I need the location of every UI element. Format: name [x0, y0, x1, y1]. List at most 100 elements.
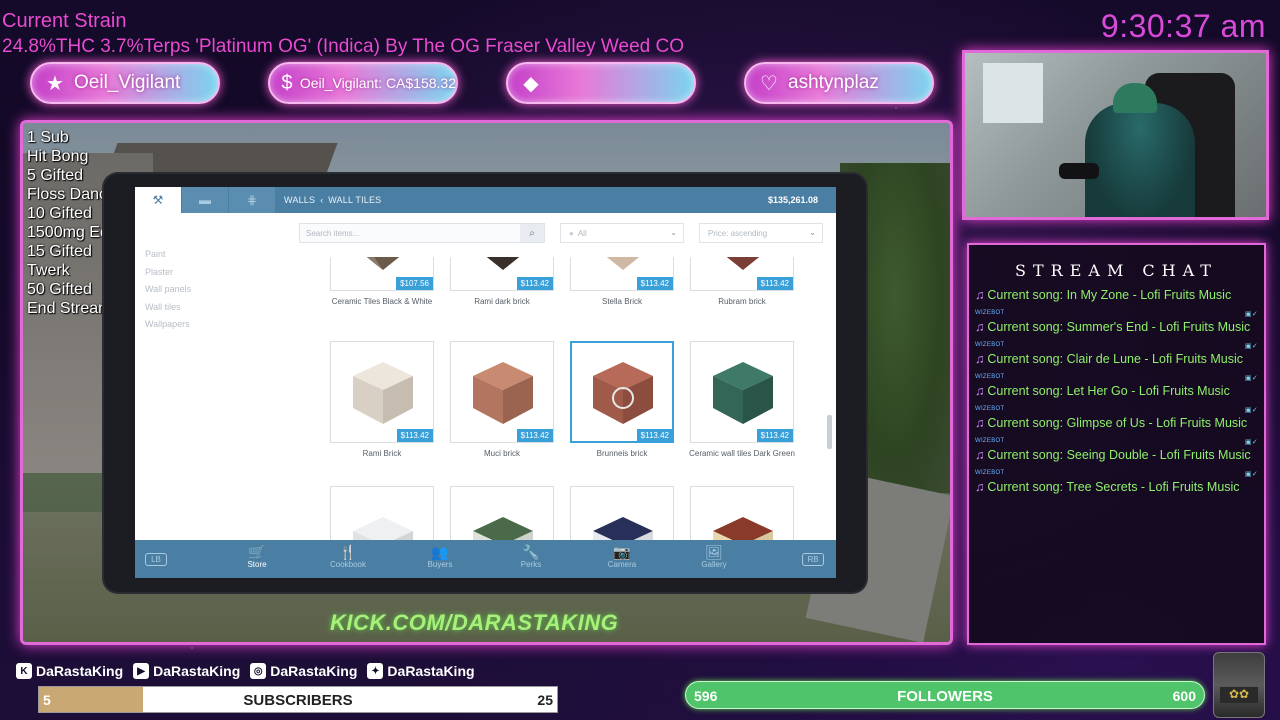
tab-fence[interactable]: ⋕ — [229, 187, 275, 213]
stream-chat: STREAM CHAT ♫ Current song: In My Zone - … — [967, 243, 1266, 645]
social-name: DaRastaKing — [153, 663, 241, 679]
cam-beanie — [1113, 83, 1157, 113]
grid-scrollbar[interactable] — [827, 415, 832, 449]
strain-title: Current Strain — [2, 10, 127, 32]
sub-alert-text: ashtynplaz — [788, 72, 879, 93]
search-placeholder: Search items... — [306, 229, 360, 238]
chat-username: WIZEBOT — [975, 438, 1005, 444]
item-price: $113.42 — [756, 277, 793, 290]
tab-furniture[interactable]: ▬ — [182, 187, 228, 213]
lb-button[interactable]: LB — [145, 553, 167, 566]
tile-preview — [713, 517, 773, 541]
item-tile[interactable]: $113.42 — [450, 341, 554, 443]
item-price: $113.42 — [396, 429, 433, 442]
category-paint[interactable]: Paint — [145, 249, 191, 267]
item-tile[interactable] — [450, 486, 554, 541]
cam-microphone — [1059, 163, 1099, 179]
item-tile[interactable]: $113.42 — [690, 257, 794, 291]
nav-cookbook-label: Cookbook — [329, 560, 367, 569]
bits-alert: ◆ — [506, 62, 696, 104]
gallery-icon: 🖼 — [705, 544, 723, 560]
chat-message-text: Current song: Tree Secrets - Lofi Fruits… — [987, 480, 1240, 494]
category-wall-tiles[interactable]: Wall tiles — [145, 302, 191, 320]
item-name: Muci brick — [483, 449, 520, 458]
donation-alert: $ Oeil_Vigilant: CA$158.32 — [268, 62, 458, 104]
nav-camera[interactable]: 📷 Camera — [592, 544, 652, 569]
item-name: Brunneis brick — [596, 449, 648, 458]
item-tile[interactable] — [690, 486, 794, 541]
item-tile[interactable]: $113.42 — [330, 341, 434, 443]
chat-message-text: Current song: Glimpse of Us - Lofi Fruit… — [987, 416, 1248, 430]
social-links: K DaRastaKing ▶ DaRastaKing ◎ DaRastaKing ✦… — [16, 663, 475, 679]
follower-goal: 600 — [1172, 688, 1196, 704]
tile-preview — [593, 517, 653, 541]
item-price: $113.42 — [516, 277, 553, 290]
badge-icon: ▣✓ — [1244, 311, 1258, 318]
chevron-down-icon: ⌄ — [809, 228, 816, 237]
donation-alert-text: Oeil_Vigilant: CA$158.32 — [299, 75, 456, 91]
social-instagram: ◎ DaRastaKing — [250, 663, 357, 679]
jar-image: ✿✿ — [1213, 652, 1265, 718]
item-name: Ceramic wall tiles Dark Green — [689, 449, 795, 458]
tablet-screen: ⚒ ▬ ⋕ WALLS ‹ WALL TILES $135,261.08 Sea… — [135, 187, 836, 578]
kick-icon: K — [16, 663, 32, 679]
chat-message-text: Current song: Summer's End - Lofi Fruits… — [987, 320, 1251, 334]
item-tile-selected[interactable]: $113.42 — [570, 341, 674, 443]
item-tile[interactable] — [570, 486, 674, 541]
hammer-icon: ⚒ — [152, 193, 164, 207]
instagram-icon: ◎ — [250, 663, 267, 679]
kick-url: KICK.COM/DARASTAKING — [330, 610, 619, 635]
badge-icon: ▣✓ — [1244, 375, 1258, 382]
social-youtube: ▶ DaRastaKing — [133, 663, 240, 679]
social-kick: K DaRastaKing — [16, 663, 123, 679]
cam-person — [1085, 103, 1195, 217]
badge-icon: ▣✓ — [1244, 439, 1258, 446]
category-wall-panels[interactable]: Wall panels — [145, 284, 191, 302]
chat-message-text: Current song: Clair de Lune - Lofi Fruit… — [987, 352, 1244, 366]
item-tile[interactable]: $113.42 — [690, 341, 794, 443]
breadcrumb-walls[interactable]: WALLS — [284, 195, 315, 205]
sort-select[interactable]: Price: ascending ⌄ — [699, 223, 823, 243]
item-tile[interactable] — [330, 486, 434, 541]
item-tile[interactable]: $113.42 — [450, 257, 554, 291]
tablet-navbar: LB 🛒 Store 🍴 Cookbook 👥 Buyers 🔧 Perks 📷 Came… — [135, 540, 836, 578]
music-note-icon: ♫ — [975, 288, 985, 302]
chat-title: STREAM CHAT — [1015, 261, 1218, 280]
goal-item: 1 Sub — [27, 129, 69, 146]
tile-preview — [593, 362, 653, 424]
category-wallpapers[interactable]: Wallpapers — [145, 319, 191, 337]
chat-message-text: Current song: In My Zone - Lofi Fruits M… — [987, 288, 1232, 302]
youtube-icon: ▶ — [133, 663, 150, 679]
tab-build[interactable]: ⚒ — [135, 187, 181, 213]
music-note-icon: ♫ — [975, 384, 985, 398]
nav-perks[interactable]: 🔧 Perks — [501, 544, 561, 569]
tile-preview — [353, 517, 413, 541]
badge-icon: ▣✓ — [1244, 343, 1258, 350]
chevron-down-icon: ⌄ — [670, 228, 677, 237]
category-plaster[interactable]: Plaster — [145, 267, 191, 285]
tile-preview — [713, 362, 773, 424]
nav-cookbook[interactable]: 🍴 Cookbook — [318, 544, 378, 569]
chat-message-text: Current song: Seeing Double - Lofi Fruit… — [987, 448, 1251, 462]
item-tile[interactable]: $107.56 — [330, 257, 434, 291]
filter-select[interactable]: ● All ⌄ — [560, 223, 684, 243]
rb-button[interactable]: RB — [802, 553, 824, 566]
subscriber-goal: 25 — [537, 692, 553, 708]
item-price: $107.56 — [396, 277, 433, 290]
buyers-icon: 👥 — [431, 544, 449, 560]
nav-buyers[interactable]: 👥 Buyers — [410, 544, 470, 569]
nav-gallery[interactable]: 🖼 Gallery — [684, 544, 744, 569]
fence-icon: ⋕ — [246, 193, 258, 207]
sub-alert: ♡ ashtynplaz — [744, 62, 934, 104]
nav-perks-label: Perks — [520, 560, 542, 569]
follow-alert: ★ Oeil_Vigilant — [30, 62, 220, 104]
nav-store[interactable]: 🛒 Store — [227, 544, 287, 569]
star-icon: ★ — [46, 72, 64, 95]
chat-message: WIZEBOT ▣✓ ♫ Current song: Tree Secrets - … — [975, 470, 1258, 496]
search-input[interactable]: Search items... ⌕ — [299, 223, 545, 243]
item-tile[interactable]: $113.42 — [570, 257, 674, 291]
social-name: DaRastaKing — [387, 663, 475, 679]
jar-label: ✿✿ — [1220, 687, 1258, 703]
search-icon[interactable]: ⌕ — [520, 224, 544, 242]
wrench-icon: 🔧 — [522, 544, 540, 560]
